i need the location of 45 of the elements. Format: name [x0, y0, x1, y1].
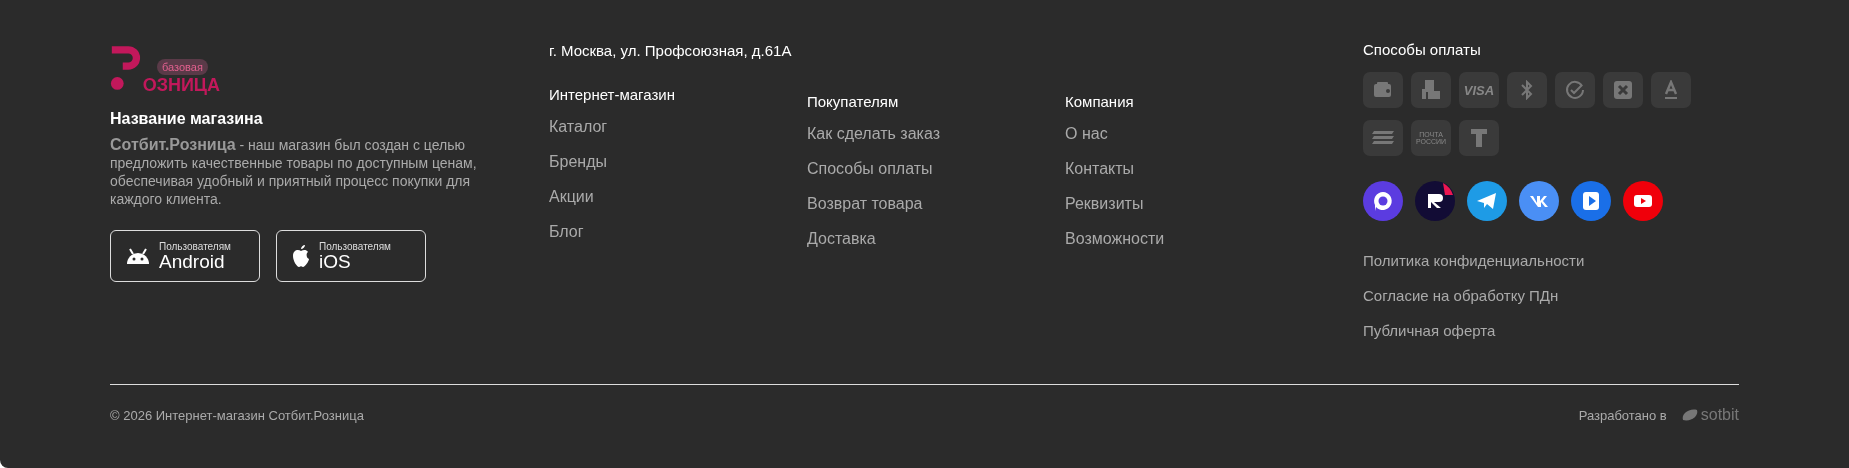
- developer-label: Разработано в: [1578, 407, 1667, 423]
- menu-heading: Компания: [1065, 93, 1135, 110]
- legal-link[interactable]: Согласие на обработку ПДн: [1363, 286, 1739, 305]
- menu-link[interactable]: Блог: [549, 222, 807, 241]
- copyright: © 2026 Интернет-магазин Сотбит.Розница: [110, 407, 364, 423]
- menu-link[interactable]: Акции: [549, 187, 807, 206]
- menu-link[interactable]: Как сделать заказ: [807, 124, 1065, 143]
- payment-heading: Способы оплаты: [1363, 41, 1482, 58]
- menu-link[interactable]: Реквизиты: [1065, 194, 1363, 213]
- logo-badge: базовая: [157, 59, 208, 75]
- android-app-button[interactable]: Пользователям Android: [110, 230, 260, 282]
- legal-link[interactable]: Публичная оферта: [1363, 321, 1739, 340]
- vk-icon[interactable]: [1519, 181, 1559, 221]
- menu-heading: Интернет-магазин: [549, 86, 676, 103]
- check-circle-icon: [1565, 80, 1585, 100]
- logo-text: ОЗНИЦА: [142, 76, 220, 94]
- bluetooth-icon: [1520, 80, 1534, 100]
- android-icon: [125, 247, 151, 265]
- ios-app-button[interactable]: Пользователям iOS: [276, 230, 426, 282]
- menu-link[interactable]: Бренды: [549, 152, 807, 171]
- legal-link[interactable]: Политика конфиденциальности: [1363, 251, 1739, 270]
- cross-square-icon: [1613, 80, 1633, 100]
- chat-app-icon[interactable]: [1363, 181, 1403, 221]
- stripes-icon: [1371, 130, 1395, 146]
- menu-link[interactable]: Возможности: [1065, 229, 1363, 248]
- telegram-icon[interactable]: [1467, 181, 1507, 221]
- sotbit-logo[interactable]: sotbit: [1680, 406, 1739, 424]
- menu-link[interactable]: Контакты: [1065, 159, 1363, 178]
- menu-heading: Покупателям: [807, 93, 900, 110]
- address: г. Москва, ул. Профсоюзная, д.61А: [549, 42, 793, 59]
- menu-link[interactable]: Способы оплаты: [807, 159, 1065, 178]
- menu-link[interactable]: Каталог: [549, 117, 807, 136]
- menu-link[interactable]: Возврат товара: [807, 194, 1065, 213]
- store-description: Сотбит.Розница - наш магазин был создан с целью предложить качественные товары по доступным ценам, обеспечивая удобный и приятный процесс покупки для каждого клиента.: [110, 136, 478, 208]
- store-title: Название магазина: [110, 110, 264, 128]
- underlined-a-icon: [1664, 80, 1678, 100]
- apple-icon: [291, 244, 311, 268]
- r-letter-app-icon[interactable]: [1415, 181, 1455, 221]
- youtube-icon[interactable]: [1623, 181, 1663, 221]
- menu-link[interactable]: О нас: [1065, 124, 1363, 143]
- t-letter-icon: [1470, 128, 1488, 148]
- video-app-icon[interactable]: [1571, 181, 1611, 221]
- visa-label: VISA: [1463, 82, 1495, 98]
- menu-link[interactable]: Доставка: [807, 229, 1065, 248]
- wallet-icon: [1373, 81, 1393, 99]
